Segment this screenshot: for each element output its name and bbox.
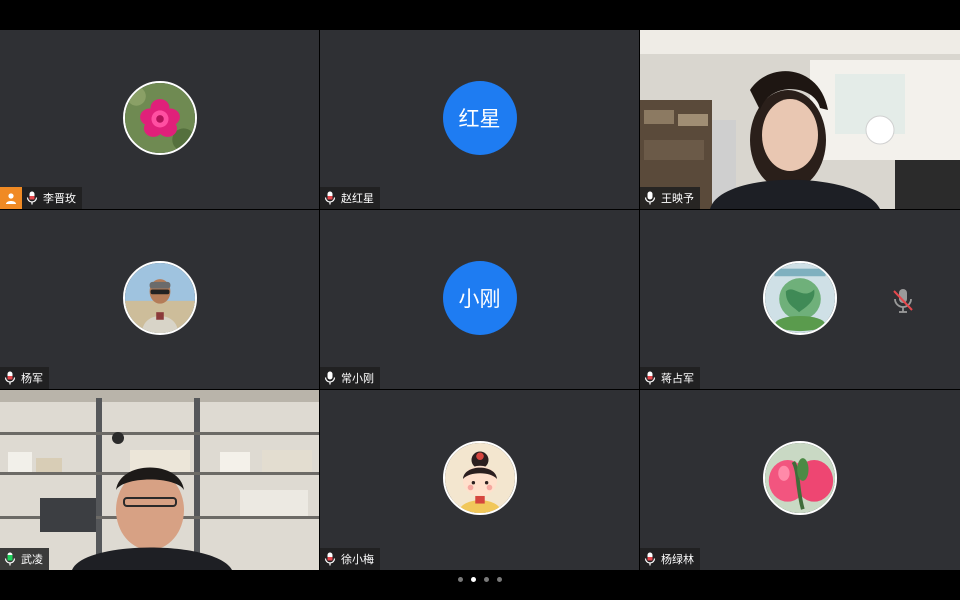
participant-label: 武凌: [0, 548, 49, 570]
page-dot-4[interactable]: [497, 577, 502, 582]
camera-video: [0, 390, 319, 570]
cartoon-girl-avatar: [442, 441, 517, 515]
mic-icon: [324, 552, 336, 566]
participant-name: 武凌: [21, 553, 43, 566]
page-indicator: [0, 577, 960, 587]
participant-label: 李晋玫: [0, 187, 82, 209]
mic-icon: [324, 371, 336, 385]
participant-label: 蒋占军: [640, 367, 700, 389]
participant-tile-9[interactable]: 杨绿林: [640, 390, 960, 570]
participant-tile-1[interactable]: 李晋玫: [0, 30, 319, 209]
text-avatar: 红星: [442, 80, 517, 155]
participant-tile-5[interactable]: 小刚 常小刚: [320, 210, 639, 389]
participant-name: 杨军: [21, 372, 43, 385]
host-icon: [0, 187, 22, 209]
participant-tile-3[interactable]: 王映予: [640, 30, 960, 209]
participant-tile-6[interactable]: 蒋占军: [640, 210, 960, 389]
mic-icon: [26, 191, 38, 205]
mic-muted-icon: [893, 289, 913, 313]
participant-name: 常小刚: [341, 372, 374, 385]
page-dot-3[interactable]: [484, 577, 489, 582]
participant-name: 蒋占军: [661, 372, 694, 385]
participant-label: 王映予: [640, 187, 700, 209]
participant-tile-2[interactable]: 红星 赵红星: [320, 30, 639, 209]
text-avatar: 小刚: [442, 260, 517, 335]
participant-tile-8[interactable]: 徐小梅: [320, 390, 639, 570]
page-dot-2[interactable]: [471, 577, 476, 582]
mic-icon: [4, 371, 16, 385]
participant-label: 赵红星: [320, 187, 380, 209]
globe-avatar: [763, 260, 837, 335]
participant-label: 常小刚: [320, 367, 380, 389]
mic-icon: [644, 191, 656, 205]
mic-icon: [644, 371, 656, 385]
mic-icon: [324, 191, 336, 205]
participant-name: 王映予: [661, 192, 694, 205]
mic-icon: [644, 552, 656, 566]
participant-tile-4[interactable]: 杨军: [0, 210, 319, 389]
participant-name: 李晋玫: [43, 192, 76, 205]
participant-name: 徐小梅: [341, 553, 374, 566]
video-grid: 李晋玫 红星 赵红星 王映予 杨军 小刚 常小刚 蒋占军 武凌 徐小梅 杨绿林: [0, 30, 960, 570]
page-dot-1[interactable]: [458, 577, 463, 582]
man-photo-avatar: [122, 260, 197, 335]
participant-label: 徐小梅: [320, 548, 380, 570]
peach-avatar: [763, 441, 837, 515]
camera-video: [640, 30, 960, 209]
participant-name: 杨绿林: [661, 553, 694, 566]
participant-label: 杨军: [0, 367, 49, 389]
participant-name: 赵红星: [341, 192, 374, 205]
participant-tile-7[interactable]: 武凌: [0, 390, 319, 570]
participant-label: 杨绿林: [640, 548, 700, 570]
flower-avatar: [122, 80, 197, 155]
mic-active-icon: [4, 552, 16, 566]
